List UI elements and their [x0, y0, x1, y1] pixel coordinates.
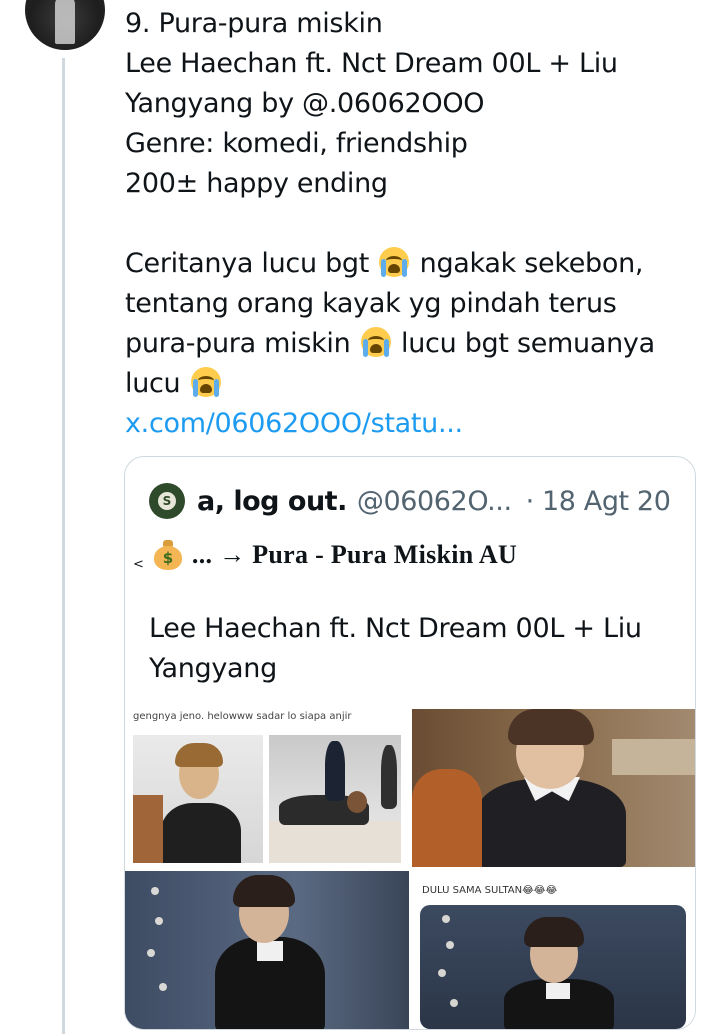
- tweet-link[interactable]: x.com/06062OOO/statu...: [125, 404, 705, 444]
- quoted-author-avatar[interactable]: S: [149, 483, 185, 519]
- quoted-author-handle: @06062O...: [356, 485, 512, 517]
- tweet-body-line: tentang orang kayak yg pindah terus: [125, 288, 617, 319]
- quoted-tweet-text: Lee Haechan ft. Nct Dream 00L + Liu Yang…: [149, 609, 679, 689]
- quoted-tweet-header: S a, log out. @06062O... · 18 Agt 20: [149, 483, 671, 519]
- media-image-3[interactable]: [125, 871, 409, 1029]
- tweet-body-line: pura-pura miskin lucu bgt semuanya: [125, 327, 655, 359]
- au-title: ... → Pura - Pura Miskin AU: [191, 540, 518, 569]
- photo-panel: [269, 735, 401, 863]
- quoted-media-grid: gengnya jeno. helowww sadar lo siapa anj…: [125, 709, 695, 1029]
- quoted-tweet-date[interactable]: · 18 Agt 20: [526, 486, 671, 517]
- quoted-text-line: Yangyang: [149, 653, 277, 684]
- thread-connector-line: [62, 58, 65, 1034]
- photo-panel: [133, 735, 263, 863]
- tweet-line: Lee Haechan ft. Nct Dream 00L + Liu: [125, 48, 618, 79]
- quoted-tweet-card[interactable]: S a, log out. @06062O... · 18 Agt 20 < .…: [124, 456, 696, 1030]
- quoted-author-name[interactable]: a, log out.: [197, 486, 347, 517]
- tweet-line: 200± happy ending: [125, 168, 388, 199]
- photo-panel: [420, 905, 686, 1029]
- tweet-line: Yangyang by @.06062OOO: [125, 88, 485, 119]
- quoted-text-line: Lee Haechan ft. Nct Dream 00L + Liu: [149, 613, 642, 644]
- au-prefix: <: [133, 556, 144, 572]
- tweet-line: Genre: komedi, friendship: [125, 128, 468, 159]
- tweet-body-line: lucu: [125, 364, 705, 404]
- loudly-crying-face-icon: [379, 247, 410, 277]
- media-caption: gengnya jeno. helowww sadar lo siapa anj…: [133, 711, 352, 722]
- quoted-au-title-row: < ... → Pura - Pura Miskin AU: [133, 535, 517, 575]
- media-image-1[interactable]: gengnya jeno. helowww sadar lo siapa anj…: [125, 709, 409, 867]
- money-bag-icon: [153, 540, 182, 570]
- media-caption: DULU SAMA SULTAN😂😂😂: [422, 885, 558, 896]
- tweet-line: 9. Pura-pura miskin: [125, 8, 383, 39]
- loudly-crying-face-icon: [360, 327, 391, 357]
- tweet-body-line: Ceritanya lucu bgt ngakak sekebon,: [125, 247, 644, 279]
- media-image-2[interactable]: [412, 709, 695, 867]
- author-avatar[interactable]: [25, 0, 105, 50]
- media-image-4[interactable]: DULU SAMA SULTAN😂😂😂: [412, 871, 695, 1029]
- loudly-crying-face-icon: [190, 367, 221, 397]
- tweet-text: 9. Pura-pura miskin Lee Haechan ft. Nct …: [125, 4, 705, 444]
